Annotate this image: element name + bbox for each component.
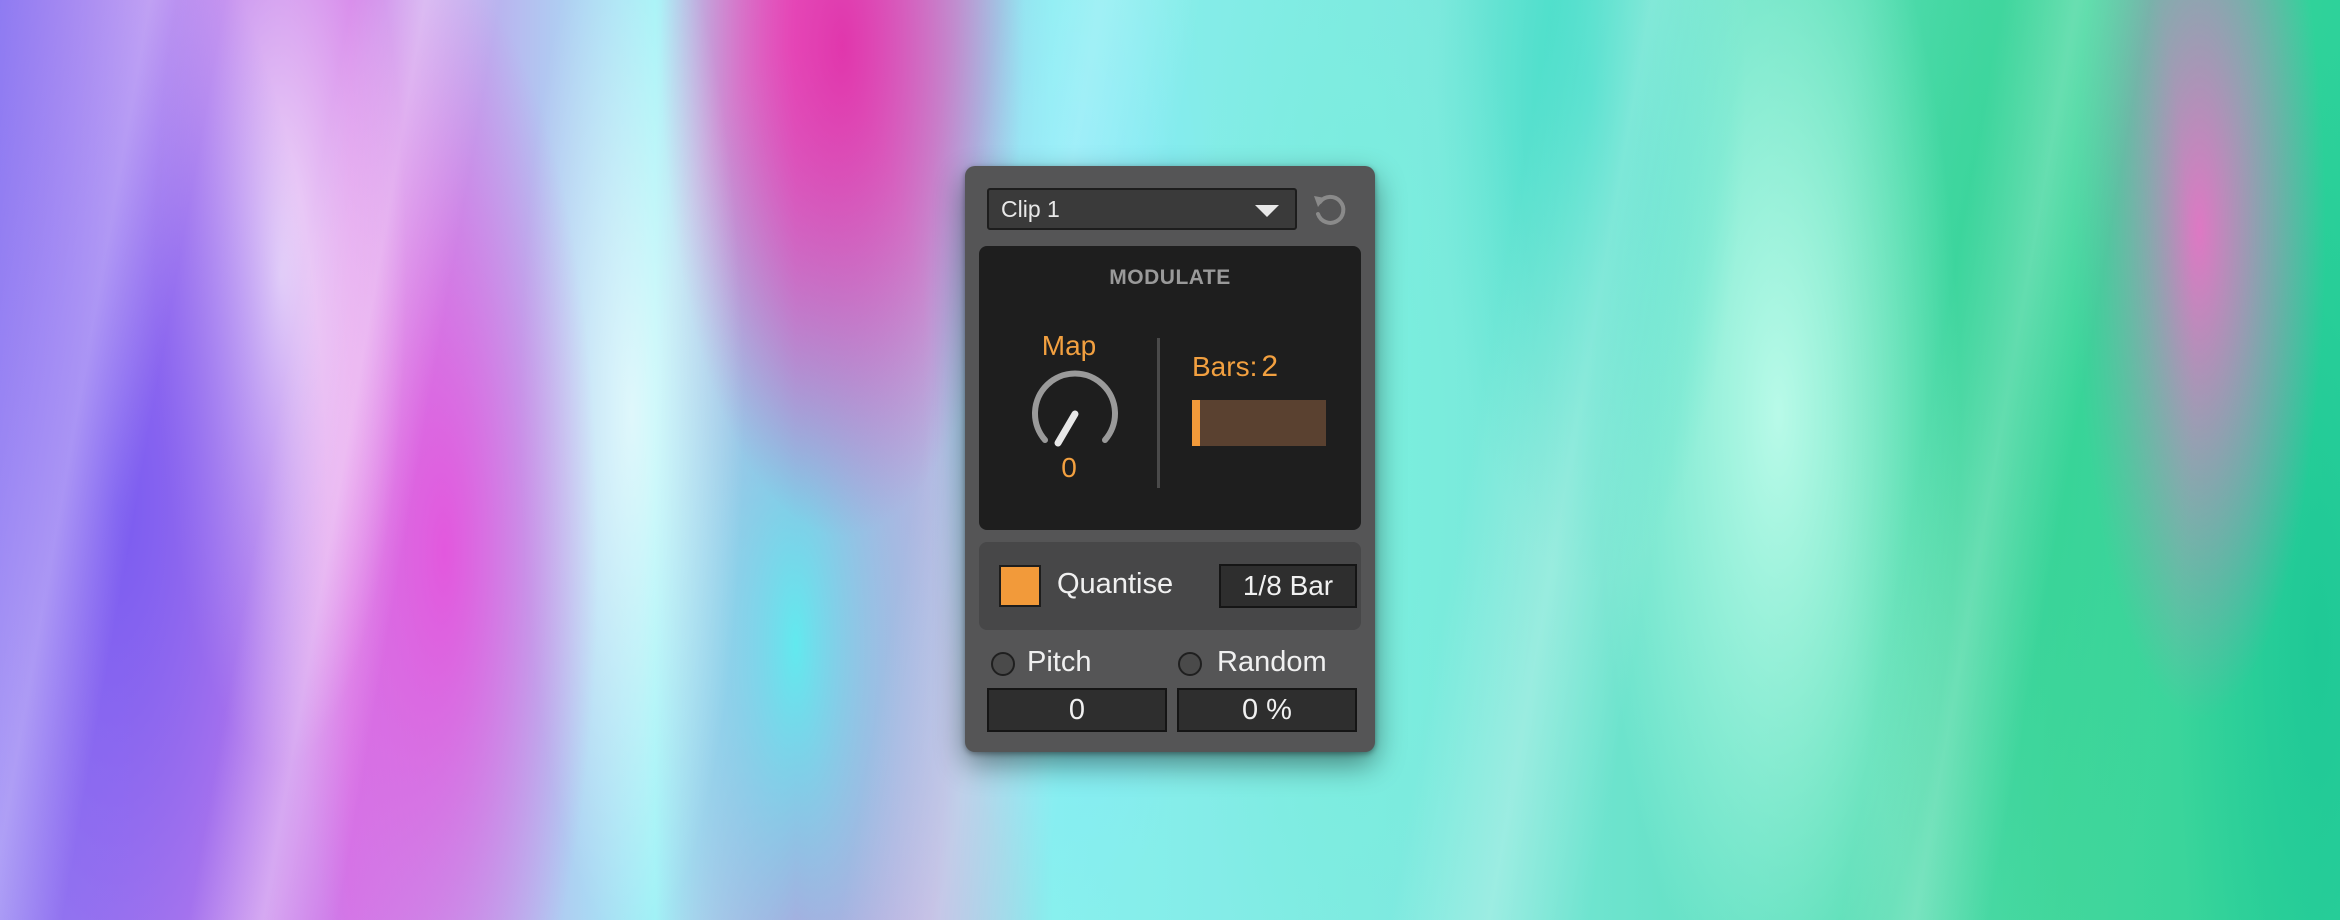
modulate-title: MODULATE	[1109, 266, 1231, 289]
chevron-down-icon	[1255, 205, 1279, 217]
modulate-section: MODULATE Map 0 Bars: 2	[979, 246, 1361, 530]
bars-slider-fill	[1192, 400, 1201, 446]
map-value: 0	[1061, 452, 1077, 483]
pitch-label: Pitch	[1027, 646, 1092, 678]
bars-label-text: Bars:	[1192, 351, 1258, 382]
map-knob[interactable]	[1027, 368, 1123, 464]
map-label: Map	[1041, 330, 1097, 361]
section-divider	[1157, 338, 1160, 488]
quantise-value-field[interactable]: 1/8 Bar	[1219, 564, 1357, 608]
pitch-radio[interactable]	[991, 652, 1015, 676]
reset-button[interactable]	[1310, 190, 1350, 230]
pitch-value-field[interactable]: 0	[987, 688, 1167, 732]
clip-select-dropdown[interactable]: Clip 1	[987, 188, 1297, 230]
random-label: Random	[1217, 646, 1327, 678]
bars-slider[interactable]	[1192, 400, 1326, 446]
quantise-label: Quantise	[1057, 568, 1174, 600]
knob-dial	[1032, 370, 1118, 447]
random-radio[interactable]	[1178, 652, 1202, 676]
clip-select-value: Clip 1	[1001, 196, 1060, 222]
bars-value: 2	[1261, 350, 1279, 383]
quantise-section: Quantise 1/8 Bar	[979, 542, 1361, 630]
bars-label: Bars: 2	[1192, 350, 1278, 384]
random-value-field[interactable]: 0 %	[1177, 688, 1357, 732]
quantise-toggle[interactable]	[999, 565, 1041, 607]
reset-icon	[1314, 194, 1346, 225]
device-panel: Clip 1 MODULATE Map 0 Bars: 2 Quantise 1/…	[965, 166, 1375, 752]
